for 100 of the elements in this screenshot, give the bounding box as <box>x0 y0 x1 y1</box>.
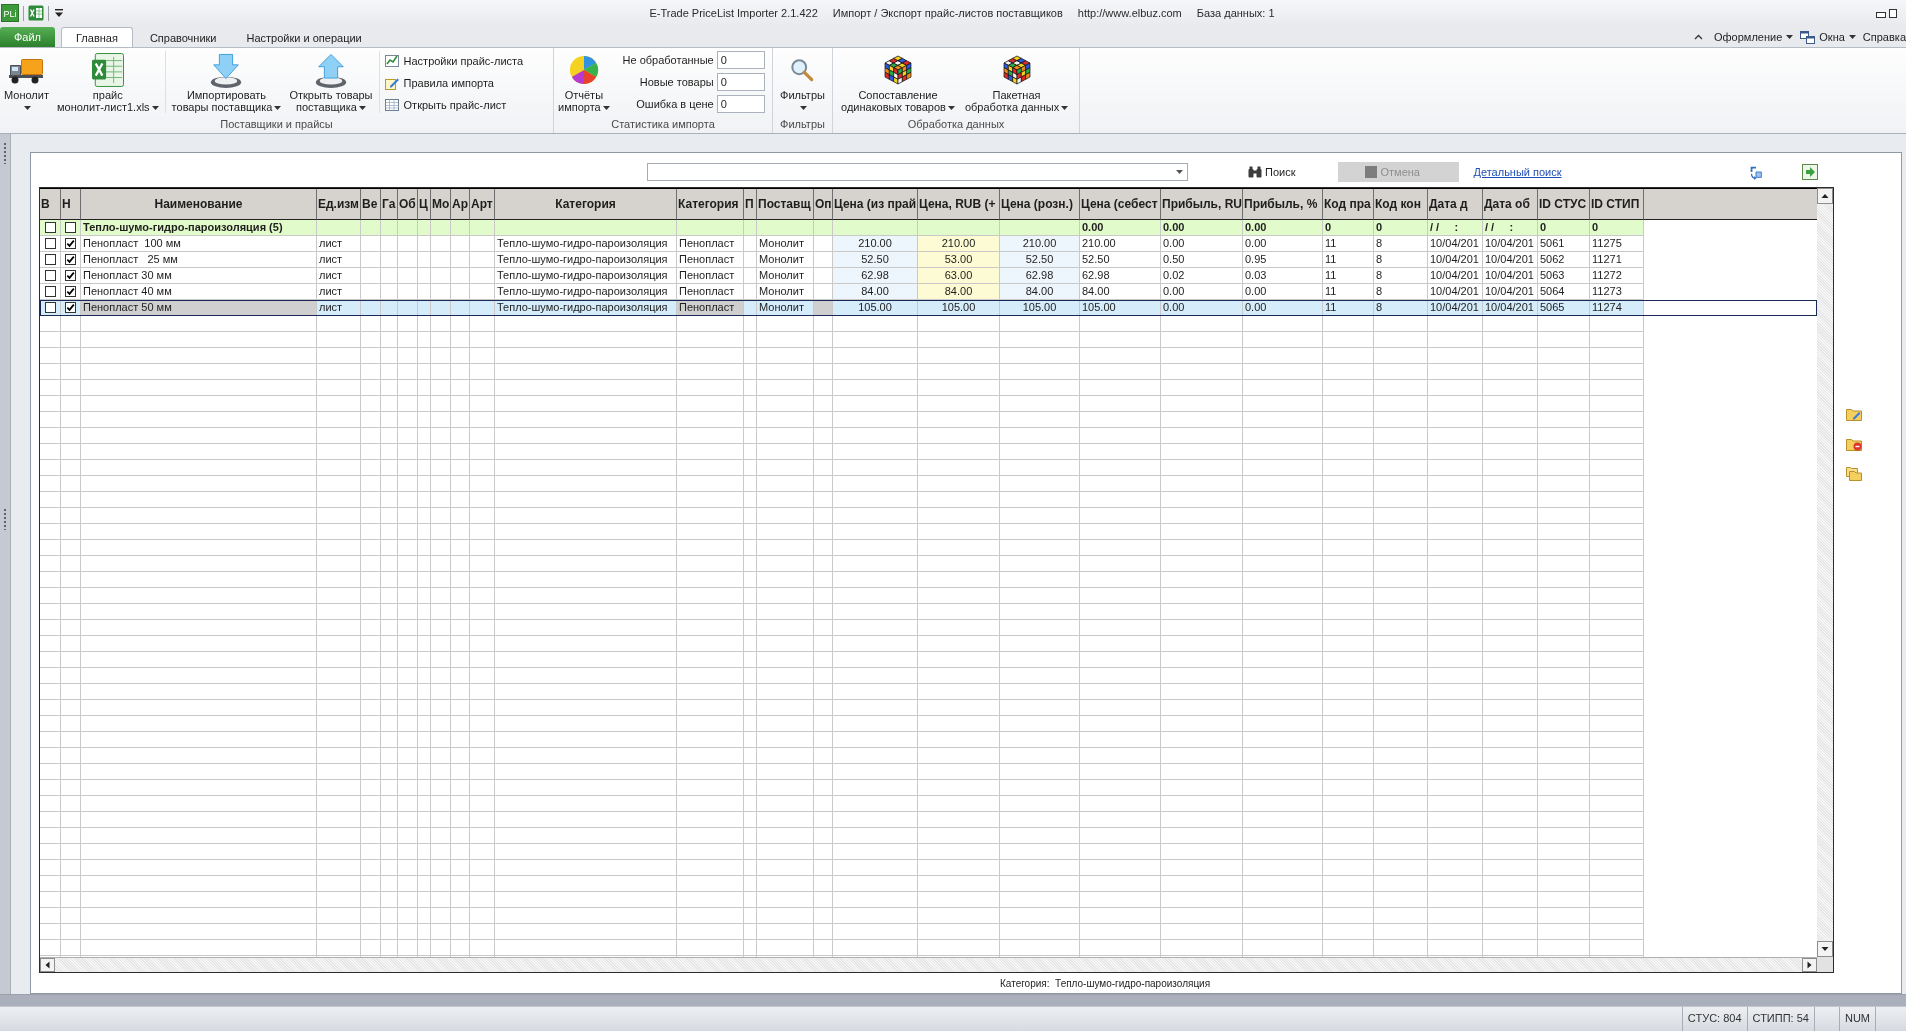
table-cell: Монолит <box>757 268 814 284</box>
file-menu-button[interactable]: Файл <box>0 27 55 47</box>
table-cell: 0 <box>1323 220 1374 236</box>
arrow-right-icon[interactable] <box>1802 958 1817 972</box>
windows-menu[interactable]: Окна <box>1800 30 1856 44</box>
horizontal-scrollbar[interactable] <box>40 957 1817 972</box>
checkbox[interactable] <box>44 286 56 297</box>
table-cell: 0.00 <box>1243 220 1323 236</box>
table-cell: Пенопласт 50 мм <box>81 300 317 316</box>
ribbon-group-label: Обработка данных <box>906 117 1006 132</box>
table-cell: Пенопласт 25 мм <box>81 252 317 268</box>
filters-button[interactable]: Фильтры <box>776 51 829 113</box>
checkbox[interactable] <box>44 238 56 249</box>
grip-icon[interactable] <box>3 508 7 530</box>
arrow-box-icon[interactable] <box>1802 164 1818 180</box>
table-cell: 105.00 <box>833 300 918 316</box>
import-button[interactable]: Импортировать товары поставщика <box>167 51 286 113</box>
table-cell: 5065 <box>1538 300 1590 316</box>
table-cell: лист <box>317 268 361 284</box>
search-icon <box>790 58 815 82</box>
table-cell: Пенопласт 40 мм <box>81 284 317 300</box>
table-cell: 0 <box>1590 220 1644 236</box>
vertical-scrollbar[interactable] <box>1817 188 1833 957</box>
table-cell: 84.00 <box>918 284 1000 300</box>
checkbox[interactable] <box>44 302 56 313</box>
match-button[interactable]: Сопоставление одинаковых товаров <box>837 51 959 113</box>
open-goods-button[interactable]: Открыть товары поставщика <box>285 51 377 113</box>
app-title: E-Trade PriceList Importer 2.1.422 <box>649 7 818 19</box>
ribbon-tab[interactable]: Главная <box>61 27 133 47</box>
curved-arrow-icon[interactable] <box>1748 164 1764 180</box>
arrow-up-icon[interactable] <box>1817 188 1833 204</box>
grip-icon[interactable] <box>3 142 7 164</box>
ribbon-tab[interactable]: Справочники <box>134 27 232 47</box>
detailed-search-link[interactable]: Детальный поиск <box>1473 166 1562 178</box>
import-rules-button[interactable]: Правила импорта <box>383 73 524 93</box>
table-cell: 0.00 <box>1161 220 1243 236</box>
app-logo[interactable]: PLi <box>1 4 19 22</box>
table-cell: Монолит <box>757 284 814 300</box>
table-cell: 210.00 <box>1080 236 1161 252</box>
caret-icon <box>1848 35 1856 39</box>
table-cell: Пенопласт 30 мм <box>81 268 317 284</box>
chevron-up-icon[interactable] <box>1694 34 1703 40</box>
checkbox[interactable] <box>44 222 56 233</box>
checkbox[interactable] <box>44 254 56 265</box>
table-cell: Пенопласт <box>677 268 744 284</box>
table-cell: 210.00 <box>918 236 1000 252</box>
table-cell: 11 <box>1323 284 1374 300</box>
table-cell: 0.95 <box>1243 252 1323 268</box>
arrow-down-icon[interactable] <box>1817 941 1833 957</box>
supplier-button[interactable]: Монолит <box>0 51 53 113</box>
checkbox[interactable] <box>44 270 56 281</box>
table-cell: 10/04/201 <box>1428 300 1483 316</box>
checkbox[interactable] <box>65 302 76 313</box>
pricelist-settings-button[interactable]: Настройки прайс-листа <box>383 51 524 71</box>
table-cell: 0 <box>1538 220 1590 236</box>
database-label: База данных: 1 <box>1196 7 1275 19</box>
table-cell: / / : <box>1483 220 1538 236</box>
counter-field[interactable]: 0 <box>716 73 765 91</box>
checkbox[interactable] <box>65 286 76 297</box>
maximize-icon[interactable] <box>1888 8 1898 18</box>
folders-icon[interactable] <box>1846 467 1862 481</box>
table-cell: 11274 <box>1590 300 1644 316</box>
checkbox[interactable] <box>65 270 76 281</box>
pricelist-button[interactable]: прайс монолит-лист1.xls <box>52 51 163 113</box>
table-cell: 210.00 <box>833 236 918 252</box>
table-cell: 10/04/201 <box>1483 236 1538 252</box>
table-cell: 11 <box>1323 300 1374 316</box>
folder-pencil-icon[interactable] <box>1846 407 1862 421</box>
checkbox[interactable] <box>65 238 76 249</box>
batch-button[interactable]: Пакетная обработка данных <box>960 51 1073 113</box>
caret-icon <box>358 106 366 111</box>
table-cell: Пенопласт <box>677 300 744 316</box>
counter-field[interactable]: 0 <box>716 95 765 113</box>
checkbox[interactable] <box>65 254 76 265</box>
checkbox[interactable] <box>65 222 76 233</box>
theme-menu[interactable]: Оформление <box>1714 31 1794 43</box>
status-panel: СТИПП: 54 <box>1746 1007 1814 1031</box>
search-button[interactable]: Поиск <box>1245 162 1299 182</box>
counter-field[interactable]: 0 <box>716 51 765 69</box>
cube-icon <box>882 55 913 85</box>
caret-icon[interactable] <box>55 9 63 17</box>
spreadsheet-icon <box>91 53 124 87</box>
reports-button[interactable]: Отчёты импорта <box>554 51 614 113</box>
table-cell: 0.00 <box>1161 300 1243 316</box>
table-cell: 10/04/201 <box>1428 268 1483 284</box>
table-cell: 0.03 <box>1243 268 1323 284</box>
folder-minus-icon[interactable] <box>1846 437 1862 451</box>
open-pricelist-button[interactable]: Открыть прайс-лист <box>383 95 524 115</box>
arrow-left-icon[interactable] <box>40 958 55 972</box>
status-panel: СТУС: 804 <box>1681 1007 1747 1031</box>
table-cell: 84.00 <box>833 284 918 300</box>
table-cell: 105.00 <box>1000 300 1080 316</box>
spreadsheet-icon[interactable] <box>28 5 44 21</box>
ribbon-tab[interactable]: Настройки и операции <box>231 27 377 47</box>
help-menu[interactable]: Справка <box>1862 31 1906 43</box>
table-cell: 0.00 <box>1080 220 1161 236</box>
table-cell: 0.00 <box>1243 284 1323 300</box>
caret-icon <box>24 106 31 111</box>
table-cell: 11273 <box>1590 284 1644 300</box>
table-cell: 0.50 <box>1161 252 1243 268</box>
